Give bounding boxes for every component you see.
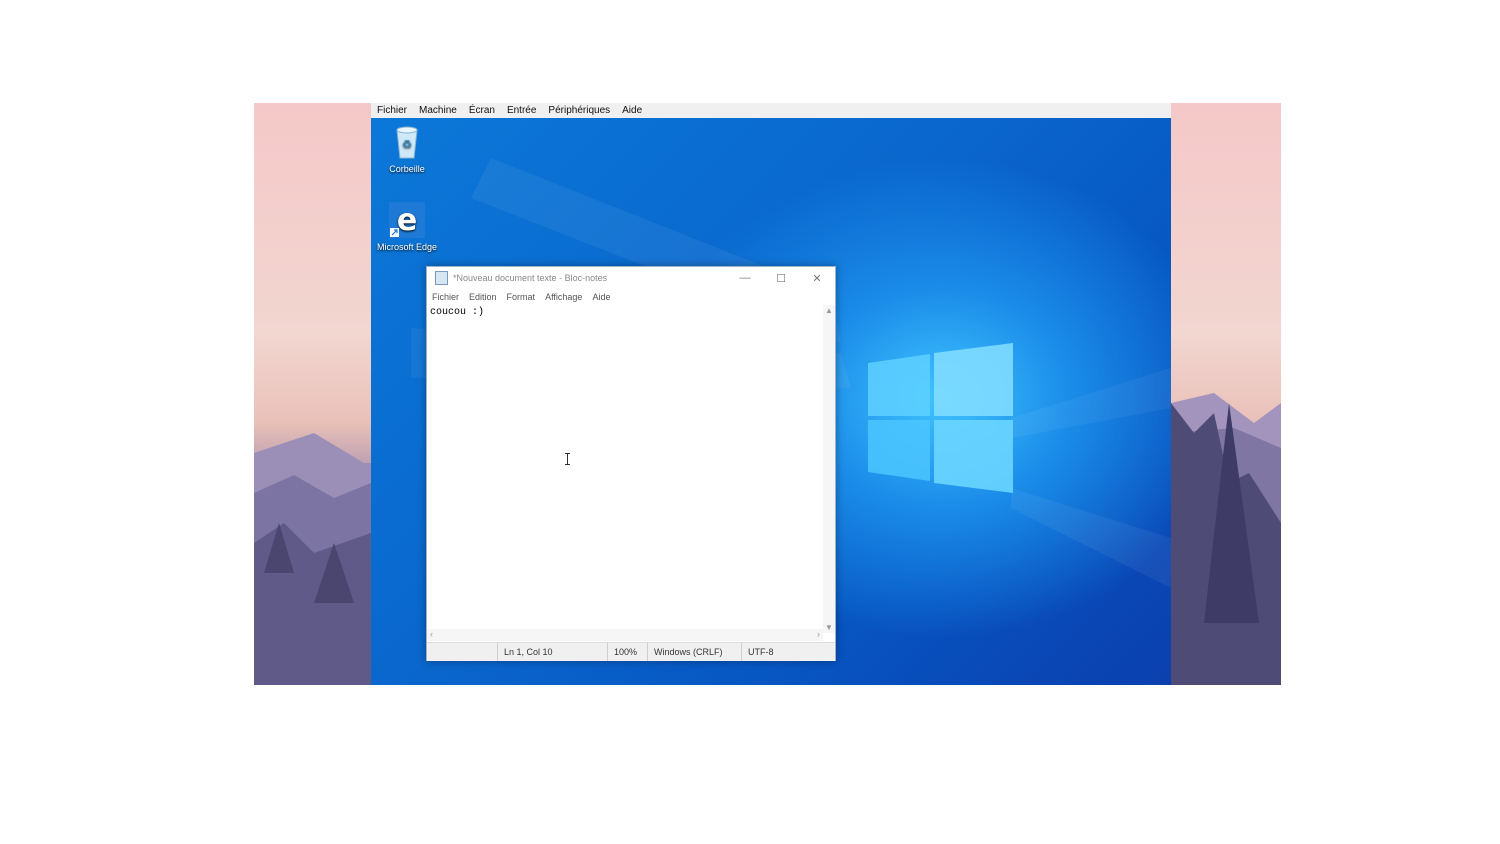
status-encoding: UTF-8 <box>741 643 835 661</box>
desktop-icon-label: Microsoft Edge <box>376 242 438 252</box>
status-position: Ln 1, Col 10 <box>497 643 607 661</box>
status-zoom: 100% <box>607 643 647 661</box>
status-encoding-text: UTF-8 <box>748 647 774 657</box>
vm-menubar: Fichier Machine Écran Entrée Périphériqu… <box>371 103 1171 118</box>
scroll-right-icon[interactable]: › <box>817 629 820 639</box>
ibeam-cursor-icon <box>565 453 570 465</box>
window-controls: — ☐ ✕ <box>727 267 835 289</box>
vm-menu-machine[interactable]: Machine <box>419 105 457 116</box>
status-line-ending: Windows (CRLF) <box>647 643 741 661</box>
windows-desktop[interactable]: ♻ Corbeille e Microsoft Edge *Nouveau do… <box>371 118 1171 685</box>
status-position-text: Ln 1, Col 10 <box>504 647 553 657</box>
vm-menu-peripheriques[interactable]: Périphériques <box>548 105 610 116</box>
svg-text:e: e <box>397 203 417 238</box>
notepad-titlebar[interactable]: *Nouveau document texte - Bloc-notes — ☐… <box>427 267 835 289</box>
recycle-bin-icon: ♻ <box>389 124 425 160</box>
status-zoom-text: 100% <box>614 647 638 657</box>
desktop-icon-recycle-bin[interactable]: ♻ Corbeille <box>371 124 443 174</box>
horizontal-scrollbar[interactable]: ‹ › <box>427 629 823 641</box>
vertical-scrollbar[interactable]: ▲ ▼ <box>823 305 835 633</box>
scroll-down-icon[interactable]: ▼ <box>823 623 835 632</box>
menu-affichage[interactable]: Affichage <box>545 292 582 302</box>
notepad-window: *Nouveau document texte - Bloc-notes — ☐… <box>426 266 836 661</box>
close-button[interactable]: ✕ <box>799 267 835 289</box>
scroll-up-icon[interactable]: ▲ <box>823 306 835 315</box>
menu-fichier[interactable]: Fichier <box>432 292 459 302</box>
vm-menu-ecran[interactable]: Écran <box>469 105 495 116</box>
status-line-ending-text: Windows (CRLF) <box>654 647 723 657</box>
notepad-icon <box>435 271 448 285</box>
minimize-button[interactable]: — <box>727 267 763 289</box>
status-bar: Ln 1, Col 10 100% Windows (CRLF) UTF-8 <box>427 642 835 661</box>
menu-format[interactable]: Format <box>507 292 536 302</box>
desktop-icon-edge[interactable]: e Microsoft Edge <box>371 202 443 252</box>
windows-logo <box>868 343 1013 493</box>
notepad-title: *Nouveau document texte - Bloc-notes <box>453 273 608 283</box>
text-editor-area[interactable]: coucou :) <box>427 305 822 633</box>
maximize-button[interactable]: ☐ <box>763 267 799 289</box>
virtualbox-vm-window: Fichier Machine Écran Entrée Périphériqu… <box>371 103 1171 685</box>
desktop-icon-label: Corbeille <box>389 164 425 174</box>
editor-content: coucou :) <box>430 307 485 318</box>
menu-aide[interactable]: Aide <box>592 292 610 302</box>
vm-menu-entree[interactable]: Entrée <box>507 105 536 116</box>
scroll-left-icon[interactable]: ‹ <box>430 629 433 639</box>
vm-menu-aide[interactable]: Aide <box>622 105 642 116</box>
notepad-menubar: Fichier Edition Format Affichage Aide <box>427 289 835 305</box>
edge-icon: e <box>389 202 425 238</box>
svg-text:♻: ♻ <box>402 138 412 151</box>
menu-edition[interactable]: Edition <box>469 292 497 302</box>
vm-menu-fichier[interactable]: Fichier <box>377 105 407 116</box>
